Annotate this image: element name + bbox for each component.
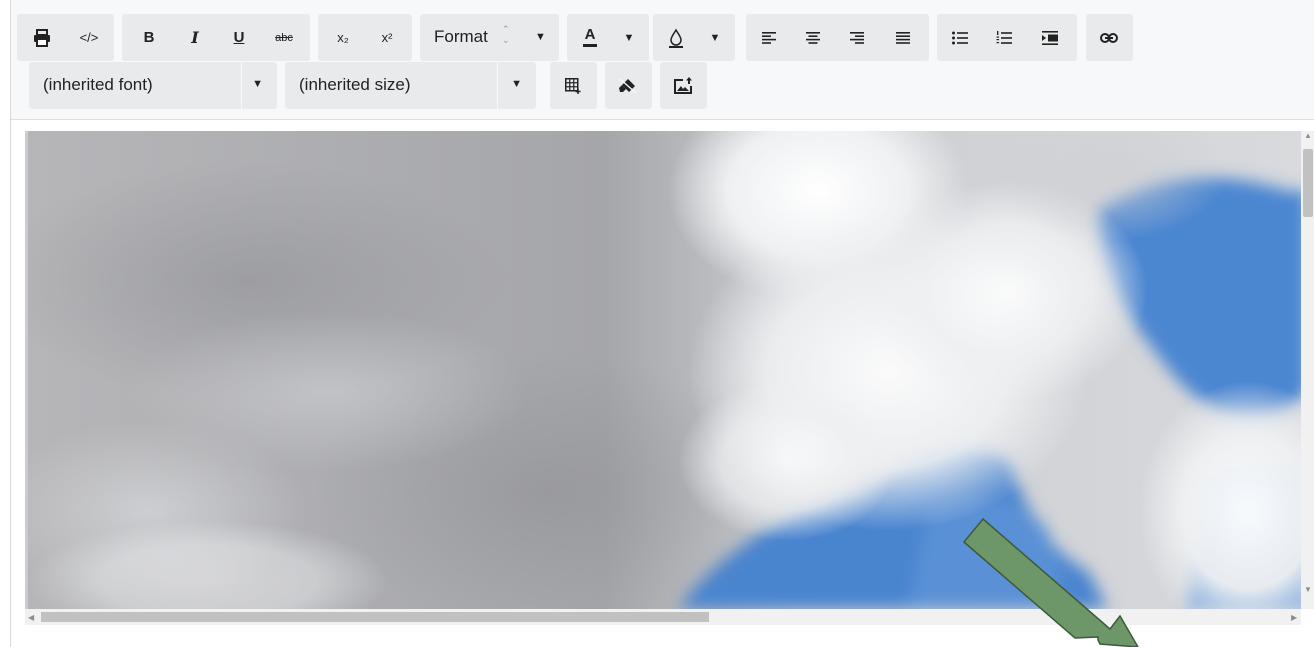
font-color-icon: A bbox=[584, 26, 596, 43]
format-select[interactable]: Format ⌃ ⌄ ▼ bbox=[420, 14, 559, 61]
scroll-right-icon[interactable]: ▶ bbox=[1291, 613, 1297, 622]
insert-table-group bbox=[550, 62, 597, 109]
background-color-button[interactable] bbox=[659, 14, 693, 61]
horizontal-scroll-thumb[interactable] bbox=[41, 612, 709, 622]
rich-text-editor: </> B I U abc x₂ x² Format ⌃ ⌄ ▼ A ▼ ▼ (… bbox=[10, 0, 1314, 647]
clear-format-button[interactable] bbox=[611, 62, 645, 109]
align-right-icon bbox=[850, 31, 864, 44]
link-group bbox=[1086, 14, 1133, 61]
background-color-icon bbox=[669, 28, 683, 48]
bullet-list-icon bbox=[952, 31, 968, 44]
numbered-list-icon bbox=[996, 30, 1012, 44]
numbered-list-button[interactable] bbox=[987, 14, 1021, 61]
script-group: x₂ x² bbox=[318, 14, 412, 61]
list-group bbox=[937, 14, 1077, 61]
chevron-down-icon: ▼ bbox=[535, 31, 546, 43]
alignment-group bbox=[746, 14, 929, 61]
align-left-icon bbox=[762, 31, 776, 44]
view-source-button[interactable]: </> bbox=[71, 14, 107, 61]
link-button[interactable] bbox=[1092, 14, 1126, 61]
font-family-select[interactable]: (inherited font) ▼ bbox=[29, 62, 277, 109]
underline-button[interactable]: U bbox=[222, 14, 256, 61]
editor-toolbar: </> B I U abc x₂ x² Format ⌃ ⌄ ▼ A ▼ ▼ (… bbox=[11, 0, 1314, 120]
chevron-down-icon: ▼ bbox=[252, 78, 263, 90]
italic-button[interactable]: I bbox=[178, 14, 212, 61]
bold-button[interactable]: B bbox=[132, 14, 166, 61]
horizontal-scrollbar[interactable]: ◀ ▶ bbox=[25, 609, 1301, 625]
insert-image-group bbox=[660, 62, 707, 109]
insert-table-icon bbox=[565, 77, 581, 94]
source-code-icon: </> bbox=[79, 30, 99, 45]
select-divider bbox=[241, 62, 242, 109]
insert-image-icon bbox=[674, 76, 692, 94]
spin-down-icon: ⌄ bbox=[502, 35, 510, 45]
font-color-button[interactable]: A bbox=[573, 14, 607, 61]
link-icon bbox=[1100, 32, 1118, 43]
font-size-select[interactable]: (inherited size) ▼ bbox=[285, 62, 536, 109]
format-label: Format bbox=[434, 27, 488, 46]
editor-content[interactable]: ▲ ▼ ◀ ▶ bbox=[11, 121, 1314, 647]
image-viewport bbox=[25, 131, 1301, 609]
scroll-down-icon[interactable]: ▼ bbox=[1304, 585, 1312, 594]
spin-up-icon: ⌃ bbox=[502, 24, 510, 34]
text-style-group: B I U abc bbox=[122, 14, 310, 61]
insert-table-button[interactable] bbox=[556, 62, 590, 109]
background-color-dropdown[interactable]: ▼ bbox=[703, 14, 727, 61]
insert-image-button[interactable] bbox=[666, 62, 700, 109]
indent-icon bbox=[1042, 30, 1058, 45]
print-button[interactable] bbox=[25, 14, 59, 61]
clear-format-icon bbox=[619, 77, 637, 94]
align-center-icon bbox=[806, 31, 820, 44]
print-source-group: </> bbox=[17, 14, 114, 61]
align-right-button[interactable] bbox=[840, 14, 874, 61]
sky-clouds-image[interactable] bbox=[28, 131, 1301, 609]
align-justify-icon bbox=[896, 31, 910, 44]
clear-format-group bbox=[605, 62, 652, 109]
print-icon bbox=[34, 28, 50, 47]
scroll-up-icon[interactable]: ▲ bbox=[1304, 131, 1312, 140]
font-size-value: (inherited size) bbox=[299, 75, 411, 94]
select-divider bbox=[497, 62, 498, 109]
align-left-button[interactable] bbox=[752, 14, 786, 61]
indent-button[interactable] bbox=[1033, 14, 1067, 61]
vertical-scroll-thumb[interactable] bbox=[1303, 149, 1313, 217]
font-color-swatch bbox=[583, 44, 597, 47]
font-color-group: A ▼ bbox=[567, 14, 649, 61]
scroll-left-icon[interactable]: ◀ bbox=[28, 613, 34, 622]
background-color-group: ▼ bbox=[653, 14, 735, 61]
align-center-button[interactable] bbox=[796, 14, 830, 61]
subscript-button[interactable]: x₂ bbox=[326, 14, 360, 61]
format-spinner[interactable]: ⌃ ⌄ bbox=[502, 24, 510, 46]
superscript-button[interactable]: x² bbox=[370, 14, 404, 61]
strikethrough-button[interactable]: abc bbox=[266, 14, 302, 61]
vertical-scrollbar[interactable]: ▲ ▼ bbox=[1301, 131, 1314, 609]
bullet-list-button[interactable] bbox=[943, 14, 977, 61]
chevron-down-icon: ▼ bbox=[511, 78, 522, 90]
font-color-dropdown[interactable]: ▼ bbox=[617, 14, 641, 61]
align-justify-button[interactable] bbox=[886, 14, 920, 61]
font-family-value: (inherited font) bbox=[43, 75, 153, 94]
